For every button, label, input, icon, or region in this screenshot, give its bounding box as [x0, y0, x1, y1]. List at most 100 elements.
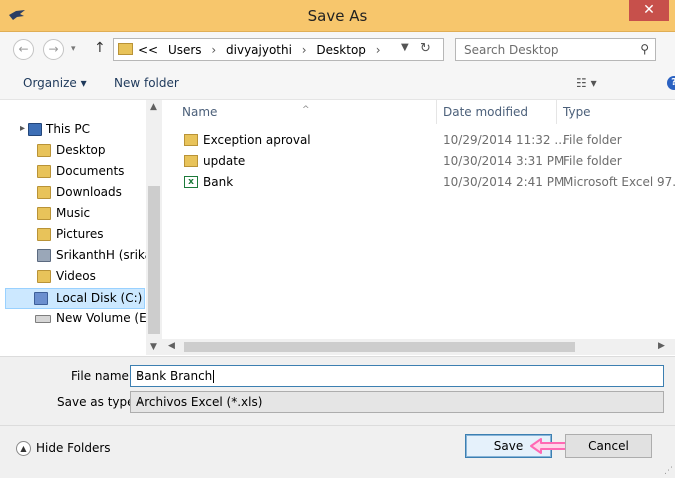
nav-item-label: Local Disk (C:) — [56, 291, 143, 305]
scroll-up-icon[interactable]: ▲ — [150, 102, 157, 112]
downloads-folder-icon — [37, 186, 51, 199]
resize-grip-icon[interactable]: ⋰ — [664, 466, 673, 476]
sort-ascending-icon: ^ — [302, 105, 310, 115]
title-bar: Save As ✕ — [0, 0, 675, 32]
column-header-date[interactable]: Date modified — [437, 100, 557, 124]
hide-folders-label: Hide Folders — [36, 441, 111, 455]
refresh-icon[interactable]: ↻ — [420, 41, 431, 56]
drive-e-icon — [35, 315, 51, 323]
breadcrumb-overflow[interactable]: << — [138, 43, 158, 57]
user-folder-icon — [37, 249, 51, 262]
nav-item-music[interactable]: Music — [0, 204, 150, 225]
breadcrumb-divyajyothi[interactable]: divyajyothi — [226, 43, 292, 57]
videos-folder-icon — [37, 270, 51, 283]
documents-folder-icon — [37, 165, 51, 178]
nav-item-documents[interactable]: Documents — [0, 162, 150, 183]
hide-folders-button[interactable]: ▲ Hide Folders — [16, 441, 111, 456]
file-name: Bank — [203, 175, 234, 189]
file-name-field[interactable]: Bank Branch ⌄ — [130, 365, 664, 387]
nav-item-pictures[interactable]: Pictures — [0, 225, 150, 246]
nav-item-label: Music — [56, 206, 91, 220]
search-icon[interactable]: ⚲ — [640, 42, 649, 56]
navigation-pane: ▸ This PC Desktop Documents Downloads Mu… — [0, 100, 162, 355]
pc-icon — [28, 123, 42, 136]
nav-item-label: SrikanthH (srikan — [56, 248, 160, 262]
file-name-label: File name: — [71, 369, 133, 383]
collapse-up-icon: ▲ — [16, 441, 31, 456]
nav-item-label: Desktop — [56, 143, 106, 157]
pictures-folder-icon — [37, 228, 51, 241]
organize-button[interactable]: Organize ▾ — [23, 76, 87, 90]
save-as-type-label: Save as type: — [57, 395, 139, 409]
nav-pane-scrollbar[interactable]: ▲ ▼ — [146, 100, 162, 355]
scroll-down-icon[interactable]: ▼ — [150, 342, 157, 352]
file-type: File folder — [563, 133, 622, 147]
file-name: Exception aproval — [203, 133, 311, 147]
recent-locations-chevron-icon[interactable]: ▾ — [71, 44, 76, 54]
column-header-label: Date modified — [443, 105, 529, 119]
command-toolbar: Organize ▾ New folder ☷ ▾ ? — [0, 66, 675, 100]
breadcrumb-desktop[interactable]: Desktop — [316, 43, 366, 57]
nav-scroll-thumb[interactable] — [148, 186, 160, 334]
search-input[interactable]: Search Desktop — [464, 43, 559, 57]
close-button[interactable]: ✕ — [629, 0, 669, 21]
scroll-right-icon[interactable]: ▶ — [658, 341, 665, 351]
nav-item-new-volume-e[interactable]: New Volume (E:) — [0, 309, 155, 330]
footer-divider — [0, 425, 675, 426]
collapse-chevron-icon[interactable]: ▸ — [20, 123, 25, 134]
nav-item-label: Videos — [56, 269, 96, 283]
folder-icon — [184, 155, 198, 167]
file-list: Name ^ Date modified Type Exception apro… — [162, 100, 675, 355]
file-row-bank[interactable]: x Bank 10/30/2014 2:41 PM Microsoft Exce… — [162, 172, 675, 193]
breadcrumb-separator[interactable]: › — [376, 43, 381, 57]
nav-item-local-disk-c[interactable]: Local Disk (C:) — [5, 288, 145, 309]
chevron-down-icon[interactable]: ⌄ — [136, 369, 659, 380]
back-button[interactable]: ← — [13, 39, 34, 60]
forward-arrow-icon: → — [48, 42, 59, 56]
breadcrumb-separator[interactable]: › — [302, 43, 307, 57]
nav-item-label: This PC — [46, 122, 90, 136]
scroll-left-icon[interactable]: ◀ — [168, 341, 175, 351]
help-icon[interactable]: ? — [667, 76, 675, 90]
nav-item-desktop[interactable]: Desktop — [0, 141, 150, 162]
column-header-type[interactable]: Type — [557, 100, 667, 124]
nav-item-this-pc[interactable]: ▸ This PC — [8, 120, 158, 141]
column-header-label: Type — [563, 105, 591, 119]
column-header-label: Name — [182, 105, 218, 119]
address-bar[interactable]: << Users › divyajyothi › Desktop › ▼ ↻ — [113, 38, 444, 61]
breadcrumb-separator[interactable]: › — [211, 43, 216, 57]
column-header-name[interactable]: Name ^ — [176, 100, 437, 124]
file-name: update — [203, 154, 246, 168]
address-row: ← → ▾ ↑ << Users › divyajyothi › Desktop… — [0, 32, 675, 66]
nav-item-label: Pictures — [56, 227, 104, 241]
drive-c-icon — [34, 292, 48, 305]
file-list-horizontal-scrollbar[interactable]: ◀ ▶ — [162, 339, 675, 355]
file-date: 10/30/2014 2:41 PM — [443, 175, 565, 189]
nav-item-label: Documents — [56, 164, 125, 178]
up-arrow-icon: ↑ — [94, 40, 106, 56]
nav-item-downloads[interactable]: Downloads — [0, 183, 150, 204]
view-options-icon[interactable]: ☷ ▾ — [576, 76, 597, 90]
save-as-type-select[interactable]: Archivos Excel (*.xls) ⌄ — [130, 391, 664, 413]
forward-button[interactable]: → — [43, 39, 64, 60]
file-type: File folder — [563, 154, 622, 168]
new-folder-button[interactable]: New folder — [114, 76, 179, 90]
excel-file-icon: x — [184, 176, 198, 188]
file-row-update[interactable]: update 10/30/2014 3:31 PM File folder — [162, 151, 662, 172]
file-type: Microsoft Excel 97... — [563, 175, 675, 189]
folder-icon — [184, 134, 198, 146]
file-row-exception-aproval[interactable]: Exception aproval 10/29/2014 11:32 ... F… — [162, 130, 662, 151]
horizontal-scroll-thumb[interactable] — [184, 342, 575, 352]
folder-icon — [118, 43, 133, 55]
address-dropdown-icon[interactable]: ▼ — [401, 42, 409, 53]
desktop-folder-icon — [37, 144, 51, 157]
breadcrumb-users[interactable]: Users — [168, 43, 202, 57]
chevron-down-icon[interactable]: ⌄ — [136, 395, 659, 406]
music-folder-icon — [37, 207, 51, 220]
cancel-button[interactable]: Cancel — [565, 434, 652, 458]
search-box[interactable]: Search Desktop ⚲ — [455, 38, 656, 61]
up-button[interactable]: ↑ — [94, 40, 106, 56]
nav-item-videos[interactable]: Videos — [0, 267, 150, 288]
nav-item-srikanthh[interactable]: SrikanthH (srikan — [0, 246, 160, 267]
file-date: 10/30/2014 3:31 PM — [443, 154, 565, 168]
